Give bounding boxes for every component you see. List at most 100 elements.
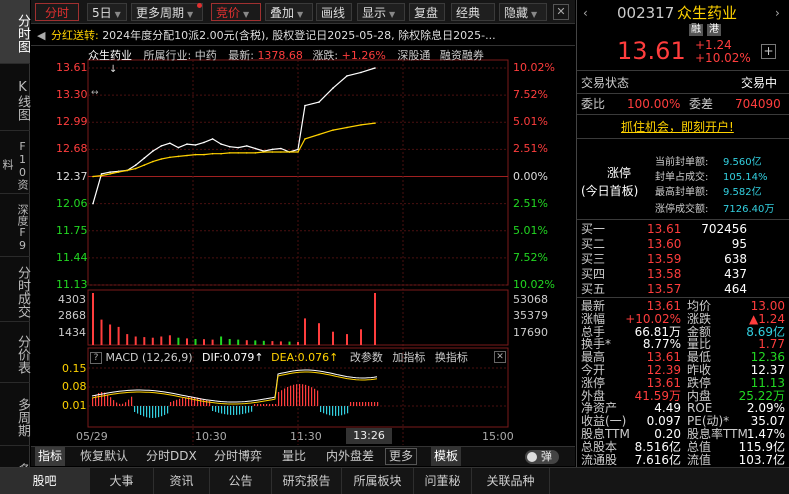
tab-ask-secretary[interactable]: 问董秘 <box>414 468 472 494</box>
price-point <box>186 143 188 145</box>
bottom-tabs: 股吧 大事 资讯 公告 研究报告 所属板块 问董秘 关联品种 <box>0 467 789 494</box>
volume-bar <box>211 339 214 345</box>
macd-bar <box>296 384 298 406</box>
avg-point <box>177 155 180 158</box>
tab-research[interactable]: 研究报告 <box>272 468 342 494</box>
more-button[interactable]: 更多 <box>385 448 418 465</box>
avg-point <box>152 160 154 163</box>
macd-bar <box>293 384 295 406</box>
inner-outer-button[interactable]: 内外盘差 <box>323 447 377 466</box>
percent-tick: 5.01% <box>513 115 548 129</box>
percent-tick: 10.02% <box>513 61 555 74</box>
avg-point <box>134 167 137 170</box>
macd-bar <box>173 400 175 406</box>
percent-tick: 10.02% <box>513 278 555 291</box>
weibi-value: 100.00% <box>627 97 681 111</box>
price-change-pct: +10.02% <box>695 51 751 65</box>
macd-bar <box>239 406 241 415</box>
chart-stock-name: 众生药业 <box>88 49 132 62</box>
macd-bar <box>176 399 178 406</box>
macd-bar <box>371 402 373 406</box>
reset-default-button[interactable]: 恢复默认 <box>77 447 131 466</box>
price-point <box>374 67 376 69</box>
avg-point <box>100 174 103 177</box>
ddx-button[interactable]: 分时DDX <box>143 447 200 466</box>
bid-volume: 702456 <box>701 222 747 236</box>
volume-bar <box>245 340 248 345</box>
add-watchlist-icon[interactable]: + <box>761 44 776 59</box>
price-point <box>109 171 111 173</box>
macd-title: MACD (12,26,9) <box>105 351 193 364</box>
price-tick: 11.13 <box>56 278 88 291</box>
nav-right-icon[interactable]: › <box>775 6 780 20</box>
macd-bar <box>152 406 154 418</box>
tab-guba[interactable]: 股吧 <box>0 468 90 494</box>
close-icon[interactable]: ✕ <box>494 351 506 363</box>
avg-point <box>332 129 334 131</box>
price-point <box>100 173 103 175</box>
bid-price[interactable]: 13.59 <box>647 252 681 266</box>
marker-icon: ↓ <box>109 64 118 75</box>
stat-value: 103.7亿 <box>738 452 785 467</box>
stat-value: ▲1.24 <box>749 311 785 326</box>
percent-tick: 2.51% <box>513 142 548 156</box>
macd-bar <box>182 398 184 406</box>
macd-bar <box>230 406 232 415</box>
add-indicator-button[interactable]: 加指标 <box>392 351 425 364</box>
bid-price[interactable]: 13.57 <box>647 282 681 296</box>
volume-bar <box>279 341 282 345</box>
macd-bar <box>155 406 157 418</box>
game-button[interactable]: 分时博弈 <box>211 447 265 466</box>
tag-shenguotong[interactable]: 深股通 <box>397 49 430 62</box>
danmu-toggle[interactable]: 弹 <box>525 450 559 464</box>
stat-value: 13.61 <box>646 375 681 390</box>
stat-value: 115.9亿 <box>738 439 785 454</box>
macd-bar <box>332 406 334 416</box>
macd-bar <box>248 406 250 413</box>
macd-tick: 0.15 <box>62 362 87 375</box>
macd-bar <box>317 390 319 406</box>
volume-bar <box>318 323 320 345</box>
switch-indicator-button[interactable]: 换指标 <box>435 351 468 364</box>
bid-price[interactable]: 13.58 <box>647 267 681 281</box>
avg-point <box>288 151 291 153</box>
tab-sectors[interactable]: 所属板块 <box>342 468 414 494</box>
avg-point <box>374 122 376 124</box>
help-icon[interactable]: ? <box>90 352 102 364</box>
nav-left-icon[interactable]: ‹ <box>583 6 588 20</box>
bid-price[interactable]: 13.61 <box>647 222 681 236</box>
tab-announcements[interactable]: 公告 <box>210 468 272 494</box>
macd-bar <box>251 406 253 412</box>
divider <box>577 219 789 220</box>
bid-price[interactable]: 13.60 <box>647 237 681 251</box>
macd-bar <box>197 397 199 406</box>
promo-link[interactable]: 抓住机会，即刻开户! <box>621 120 734 134</box>
tab-news[interactable]: 资讯 <box>154 468 210 494</box>
change-params-button[interactable]: 改参数 <box>350 351 383 364</box>
expand-icon[interactable]: ↔ <box>91 88 99 98</box>
macd-bar <box>347 406 349 414</box>
macd-bar <box>137 406 139 414</box>
toggle-knob <box>527 452 537 462</box>
macd-bar <box>119 403 121 406</box>
macd-bar <box>242 406 244 415</box>
macd-bar <box>323 406 325 414</box>
price-tick: 11.75 <box>56 223 88 237</box>
volume-bar <box>304 318 306 345</box>
tab-related[interactable]: 关联品种 <box>472 468 550 494</box>
volume-ratio-button[interactable]: 量比 <box>279 447 309 466</box>
indicator-button[interactable]: 指标 <box>35 447 66 466</box>
stat-label: 跌停 <box>687 375 712 390</box>
bid-label: 买三 <box>581 252 606 266</box>
price-point <box>318 101 320 103</box>
divider <box>577 138 789 139</box>
industry-value[interactable]: 中药 <box>195 49 217 62</box>
bid-label: 买二 <box>581 237 606 251</box>
avg-point <box>126 169 128 172</box>
seal-ratio-label: 封单占成交: <box>655 172 709 183</box>
tab-events[interactable]: 大事 <box>90 468 154 494</box>
template-button[interactable]: 模板 <box>431 447 462 466</box>
x-tick: 11:30 <box>290 430 322 443</box>
stat-label: 总股本 <box>581 439 618 454</box>
tag-margin[interactable]: 融资融券 <box>440 49 484 62</box>
